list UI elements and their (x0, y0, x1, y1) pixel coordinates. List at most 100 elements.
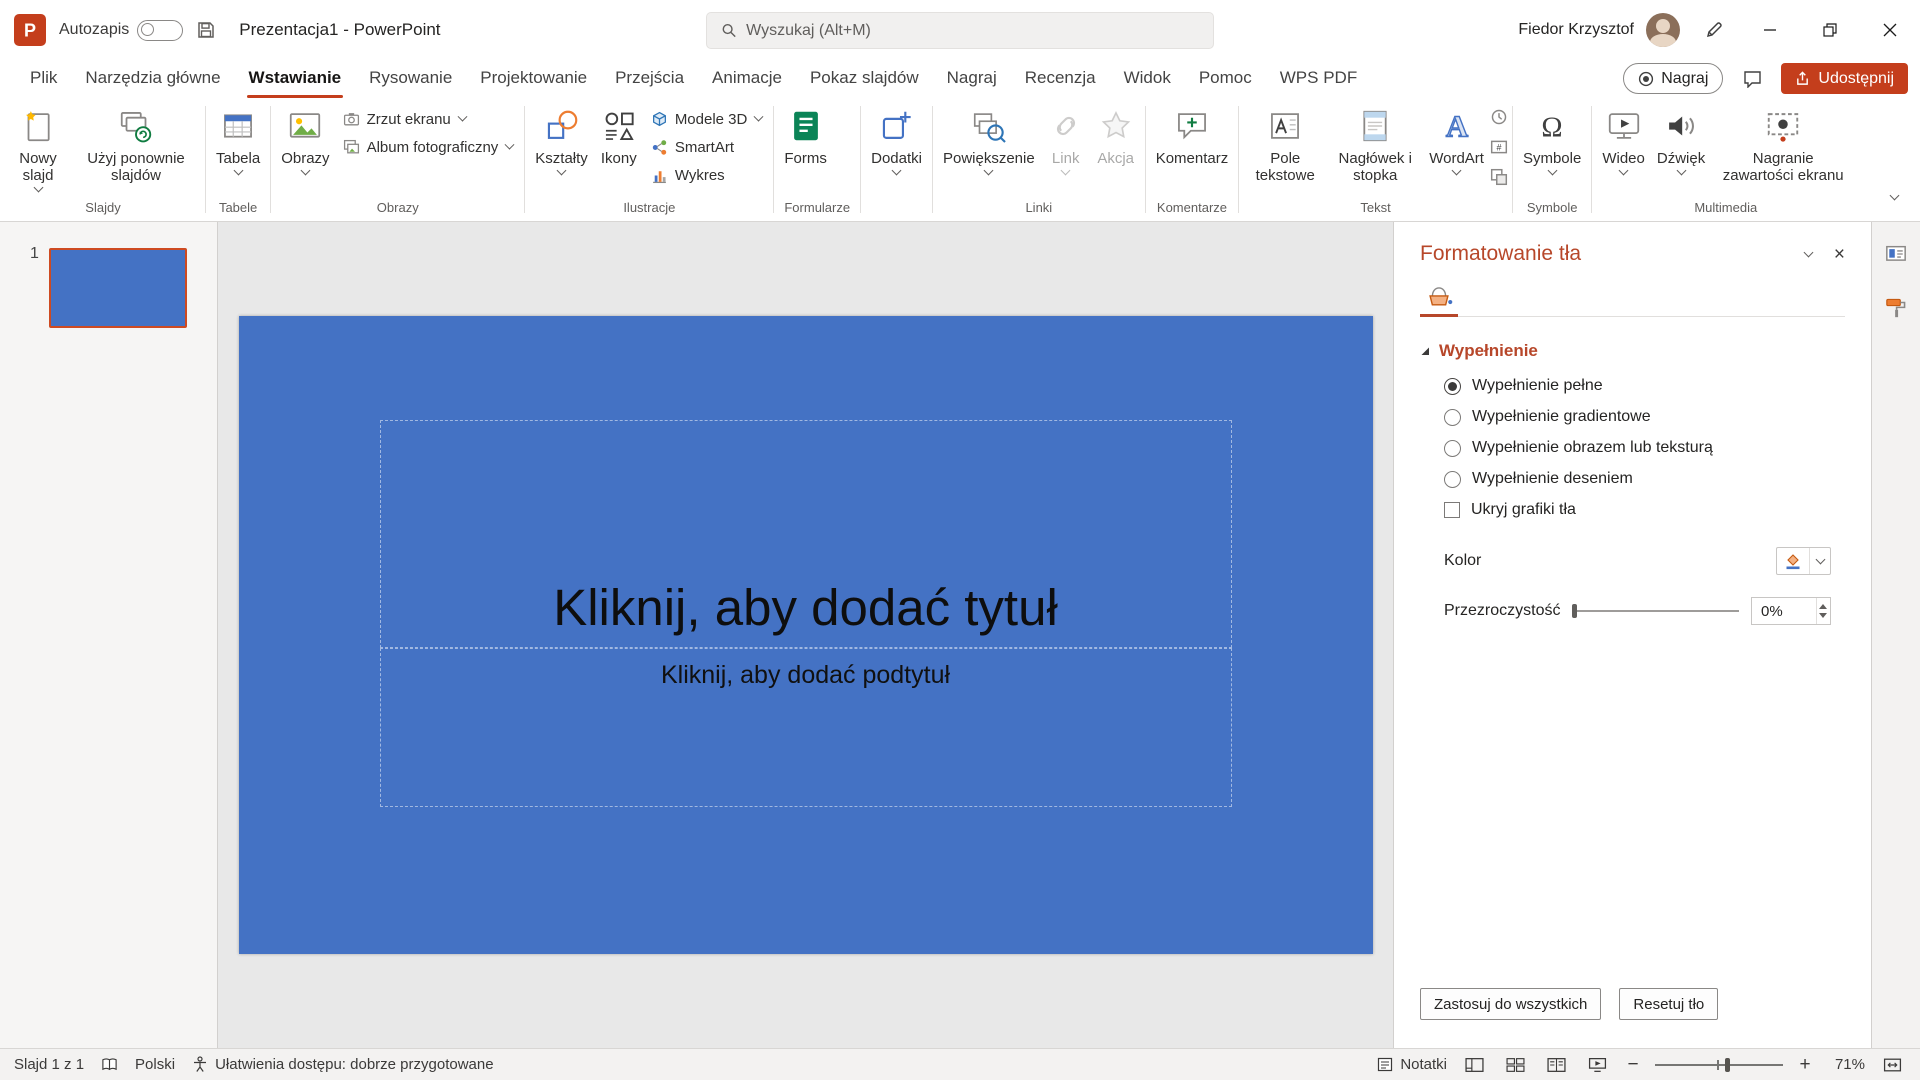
photo-album-icon (343, 139, 360, 156)
autosave-toggle[interactable] (137, 20, 183, 41)
proofing-button[interactable] (101, 1056, 118, 1073)
search-input[interactable] (746, 22, 1199, 40)
pane-close-button[interactable]: × (1834, 245, 1845, 264)
tab-wps-pdf[interactable]: WPS PDF (1266, 68, 1371, 98)
zoom-out-button[interactable]: − (1624, 1054, 1642, 1076)
object-icon (1490, 168, 1508, 186)
ribbon-group-symbole: Ω Symbole Symbole (1514, 98, 1590, 221)
3d-models-button[interactable]: Modele 3D (644, 108, 770, 131)
workspace: 1 Kliknij, aby dodać tytuł Kliknij, aby … (0, 222, 1920, 1048)
tab-widok[interactable]: Widok (1110, 68, 1185, 98)
zoom-slider-handle[interactable] (1725, 1058, 1730, 1072)
tab-animacje[interactable]: Animacje (698, 68, 796, 98)
tab-plik[interactable]: Plik (16, 68, 71, 98)
photo-album-button[interactable]: Album fotograficzny (336, 136, 521, 159)
fill-color-dropdown[interactable] (1809, 548, 1830, 574)
tab-recenzja[interactable]: Recenzja (1011, 68, 1110, 98)
tab-pomoc[interactable]: Pomoc (1185, 68, 1266, 98)
search-box[interactable] (706, 12, 1214, 49)
restore-button[interactable] (1800, 0, 1860, 60)
slide[interactable]: Kliknij, aby dodać tytuł Kliknij, aby do… (239, 316, 1373, 954)
tab-pokaz-slajdow[interactable]: Pokaz slajdów (796, 68, 933, 98)
fill-tab[interactable] (1420, 278, 1458, 317)
tab-rysowanie[interactable]: Rysowanie (355, 68, 466, 98)
slide-counter[interactable]: Slajd 1 z 1 (14, 1056, 84, 1073)
ribbon-tab-row: Plik Narzędzia główne Wstawianie Rysowan… (0, 60, 1920, 98)
audio-button[interactable]: Dźwięk (1651, 101, 1711, 176)
spinner-down-icon[interactable] (1819, 613, 1827, 618)
screen-recording-button[interactable]: Nagranie zawartości ekranu (1711, 101, 1855, 186)
format-background-pane-button[interactable] (1880, 292, 1912, 324)
designer-pane-button[interactable] (1880, 238, 1912, 270)
transparency-slider[interactable] (1572, 601, 1739, 621)
smartart-button[interactable]: SmartArt (644, 136, 770, 159)
option-hide-background[interactable]: Ukryj grafiki tła (1444, 501, 1845, 519)
add-ins-button[interactable]: Dodatki (865, 101, 928, 176)
wordart-button[interactable]: A WordArt (1423, 101, 1490, 176)
symbols-button[interactable]: Ω Symbole (1517, 101, 1587, 176)
tab-wstawianie[interactable]: Wstawianie (235, 68, 356, 98)
fill-color-icon (1777, 548, 1809, 574)
table-button[interactable]: Tabela (210, 101, 266, 176)
apply-to-all-button[interactable]: Zastosuj do wszystkich (1420, 988, 1601, 1020)
close-button[interactable] (1860, 0, 1920, 60)
object-button[interactable] (1490, 168, 1508, 191)
notes-button[interactable]: Notatki (1377, 1056, 1447, 1073)
save-icon[interactable] (196, 20, 216, 40)
group-separator (1145, 106, 1146, 213)
ribbon-group-tabele: Tabela Tabele (207, 98, 269, 221)
option-solid-fill[interactable]: Wypełnienie pełne (1444, 377, 1845, 395)
tab-nagraj[interactable]: Nagraj (933, 68, 1011, 98)
language-button[interactable]: Polski (135, 1056, 175, 1073)
minimize-button[interactable] (1740, 0, 1800, 60)
reuse-slides-button[interactable]: Użyj ponownie slajdów (71, 101, 201, 186)
option-gradient-fill[interactable]: Wypełnienie gradientowe (1444, 408, 1845, 426)
transparency-input[interactable] (1752, 598, 1816, 624)
tab-projektowanie[interactable]: Projektowanie (466, 68, 601, 98)
collapse-ribbon-button[interactable] (1884, 195, 1904, 211)
fill-color-button[interactable] (1776, 547, 1831, 575)
accessibility-button[interactable]: Ułatwienia dostępu: dobrze przygotowane (192, 1056, 494, 1073)
fill-section-header[interactable]: Wypełnienie (1420, 341, 1845, 361)
slide-sorter-view-button[interactable] (1501, 1053, 1529, 1077)
new-slide-button[interactable]: Nowy slajd (5, 101, 71, 193)
record-button[interactable]: Nagraj (1623, 63, 1723, 94)
inking-button[interactable] (1694, 10, 1734, 50)
reset-background-button[interactable]: Resetuj tło (1619, 988, 1718, 1020)
normal-view-button[interactable] (1460, 1053, 1488, 1077)
fit-slide-button[interactable] (1878, 1053, 1906, 1077)
option-pattern-fill[interactable]: Wypełnienie deseniem (1444, 470, 1845, 488)
option-picture-fill[interactable]: Wypełnienie obrazem lub teksturą (1444, 439, 1845, 457)
tab-narzedzia-glowne[interactable]: Narzędzia główne (71, 68, 234, 98)
tab-przejscia[interactable]: Przejścia (601, 68, 698, 98)
slide-thumbnail[interactable] (49, 248, 187, 328)
slideshow-view-button[interactable] (1583, 1053, 1611, 1077)
video-button[interactable]: Wideo (1596, 101, 1651, 176)
pane-options-chevron-icon[interactable] (1803, 247, 1813, 257)
zoom-slider[interactable] (1655, 1056, 1783, 1074)
subtitle-placeholder[interactable]: Kliknij, aby dodać podtytuł (380, 648, 1232, 807)
date-time-button[interactable] (1490, 108, 1508, 131)
header-footer-button[interactable]: Nagłówek i stopka (1327, 101, 1423, 186)
shapes-button[interactable]: Kształty (529, 101, 594, 176)
slide-number-button[interactable]: # (1490, 138, 1508, 161)
new-comment-button[interactable]: Komentarz (1150, 101, 1235, 169)
screenshot-button[interactable]: Zrzut ekranu (336, 108, 521, 131)
slide-counter-label: Slajd 1 z 1 (14, 1056, 84, 1073)
zoom-link-button[interactable]: Powiększenie (937, 101, 1041, 176)
chart-button[interactable]: Wykres (644, 164, 770, 187)
zoom-in-button[interactable]: + (1796, 1054, 1814, 1076)
icons-button[interactable]: Ikony (594, 101, 644, 169)
ribbon-group-tekst: Pole tekstowe Nagłówek i stopka A WordAr… (1240, 98, 1511, 221)
comments-button[interactable] (1735, 63, 1769, 94)
text-box-button[interactable]: Pole tekstowe (1243, 101, 1327, 186)
spinner-up-icon[interactable] (1819, 604, 1827, 609)
reading-view-button[interactable] (1542, 1053, 1570, 1077)
share-button[interactable]: Udostępnij (1781, 63, 1908, 94)
slider-handle[interactable] (1572, 604, 1577, 618)
user-avatar[interactable] (1646, 13, 1680, 47)
pictures-button[interactable]: Obrazy (275, 101, 335, 176)
zoom-level[interactable]: 71% (1827, 1056, 1865, 1073)
title-placeholder[interactable]: Kliknij, aby dodać tytuł (380, 420, 1232, 648)
forms-button[interactable]: Forms (778, 101, 833, 169)
